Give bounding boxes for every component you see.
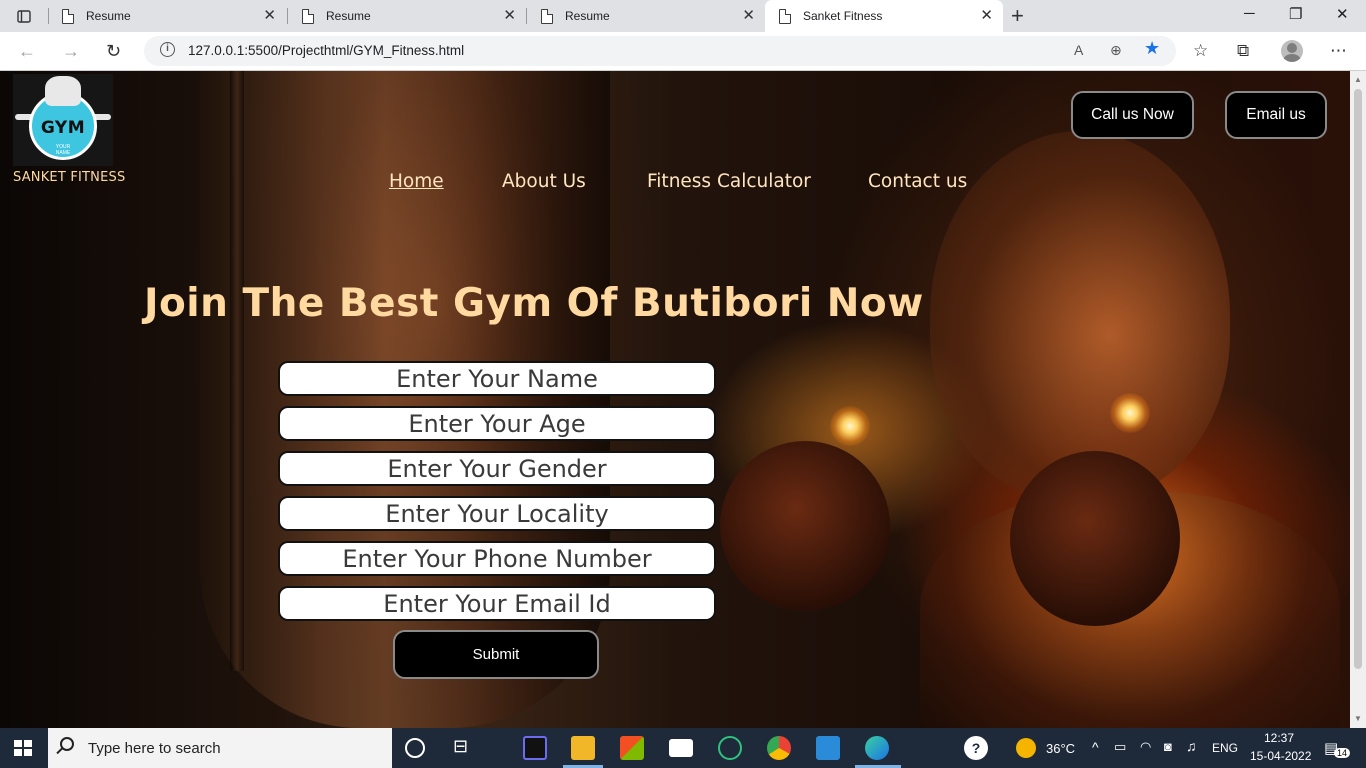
boxer-figure-background xyxy=(930,131,1230,501)
tab-actions-icon[interactable] xyxy=(10,6,38,26)
minimize-icon[interactable]: ─ xyxy=(1244,5,1255,22)
tray-chevron-icon[interactable]: ^ xyxy=(1092,739,1099,755)
page-viewport: GYM YOUR NAME SANKET FITNESS Call us Now… xyxy=(0,71,1350,728)
name-input[interactable] xyxy=(278,361,716,396)
nav-about-us[interactable]: About Us xyxy=(502,171,586,192)
battery-icon[interactable]: ▭ xyxy=(1114,739,1126,755)
logo-subtext: YOUR NAME xyxy=(55,144,71,156)
collections-icon[interactable]: ⧉ xyxy=(1237,41,1249,61)
task-view-icon[interactable]: ⊟ xyxy=(453,736,477,760)
tab-close-icon[interactable]: ✕ xyxy=(742,8,755,23)
tab-close-icon[interactable]: ✕ xyxy=(980,8,993,23)
age-input[interactable] xyxy=(278,406,716,441)
browser-toolbar: ← → ↻ i 127.0.0.1:5500/Projecthtml/GYM_F… xyxy=(0,32,1366,71)
nav-fitness-calculator[interactable]: Fitness Calculator xyxy=(647,171,811,192)
forward-icon[interactable]: → xyxy=(62,41,80,62)
weather-icon[interactable] xyxy=(1016,738,1036,758)
email-us-button[interactable]: Email us xyxy=(1225,91,1327,139)
weather-temp[interactable]: 36°C xyxy=(1046,741,1075,756)
taskbar-search[interactable]: Type here to search xyxy=(48,728,392,768)
search-placeholder: Type here to search xyxy=(88,740,221,757)
wifi-icon[interactable]: ◠ xyxy=(1140,739,1151,755)
site-info-icon[interactable]: i xyxy=(160,42,175,57)
clock-date[interactable]: 15-04-2022 xyxy=(1250,749,1311,763)
chrome-icon[interactable] xyxy=(767,736,791,760)
clock-time[interactable]: 12:37 xyxy=(1264,731,1294,745)
new-tab-icon[interactable]: + xyxy=(1011,3,1024,29)
url-text[interactable]: 127.0.0.1:5500/Projecthtml/GYM_Fitness.h… xyxy=(188,43,464,58)
gender-input[interactable] xyxy=(278,451,716,486)
page-icon xyxy=(302,8,314,24)
intellij-icon[interactable] xyxy=(523,736,547,760)
help-icon[interactable]: ? xyxy=(964,736,988,760)
windows-start-icon[interactable] xyxy=(14,740,32,756)
profile-avatar[interactable] xyxy=(1281,40,1303,62)
call-us-button[interactable]: Call us Now xyxy=(1071,91,1194,139)
boxing-glove-left xyxy=(720,441,890,611)
gym-logo[interactable]: GYM YOUR NAME xyxy=(13,74,113,166)
tab-title: Resume xyxy=(565,9,610,23)
zoom-icon[interactable]: ⊕ xyxy=(1110,42,1122,59)
hero-title: Join The Best Gym Of Butibori Now xyxy=(144,281,924,326)
page-icon xyxy=(62,8,74,24)
scroll-up-icon[interactable]: ▲ xyxy=(1354,75,1362,84)
address-bar[interactable]: i 127.0.0.1:5500/Projecthtml/GYM_Fitness… xyxy=(144,36,1176,66)
punching-bag-seam xyxy=(230,71,244,671)
utorrent-icon[interactable] xyxy=(718,736,742,760)
scroll-thumb[interactable] xyxy=(1354,89,1362,669)
locality-input[interactable] xyxy=(278,496,716,531)
browser-tab-strip: Resume ✕ Resume ✕ Resume ✕ Sanket Fitnes… xyxy=(0,0,1366,32)
edge-icon[interactable] xyxy=(865,736,889,760)
nav-contact-us[interactable]: Contact us xyxy=(868,171,967,192)
read-aloud-icon[interactable]: A xyxy=(1074,42,1083,58)
vscode-icon[interactable] xyxy=(816,736,840,760)
scroll-down-icon[interactable]: ▼ xyxy=(1354,714,1362,723)
meet-now-icon[interactable]: ◙ xyxy=(1164,739,1172,754)
back-icon[interactable]: ← xyxy=(18,41,36,62)
window-close-icon[interactable]: ✕ xyxy=(1336,5,1349,23)
submit-button[interactable]: Submit xyxy=(393,630,599,679)
favorite-star-icon[interactable]: ★ xyxy=(1144,38,1160,59)
logo-bodybuilder-icon xyxy=(45,76,81,106)
restore-icon[interactable]: ❐ xyxy=(1289,5,1302,23)
spark-glow xyxy=(1110,393,1150,433)
browser-tab-3[interactable]: Resume ✕ xyxy=(527,0,765,32)
microsoft-store-icon[interactable] xyxy=(620,736,644,760)
logo-text: GYM xyxy=(40,118,86,138)
cortana-icon[interactable] xyxy=(405,738,425,758)
browser-tab-4-active[interactable]: Sanket Fitness ✕ xyxy=(765,0,1003,32)
language-indicator[interactable]: ENG xyxy=(1212,741,1238,755)
tab-close-icon[interactable]: ✕ xyxy=(503,8,516,23)
more-options-icon[interactable]: ⋯ xyxy=(1330,41,1347,61)
page-icon xyxy=(779,8,791,24)
favorites-icon[interactable]: ☆ xyxy=(1193,41,1208,61)
refresh-icon[interactable]: ↻ xyxy=(106,41,121,62)
page-scrollbar[interactable]: ▲ ▼ xyxy=(1350,71,1366,728)
search-icon xyxy=(60,737,74,751)
phone-input[interactable] xyxy=(278,541,716,576)
mail-icon[interactable] xyxy=(669,739,693,757)
email-input[interactable] xyxy=(278,586,716,621)
notification-count: 14 xyxy=(1334,748,1351,758)
volume-icon[interactable]: ♫ xyxy=(1186,738,1197,754)
spark-glow xyxy=(830,406,870,446)
browser-tab-2[interactable]: Resume ✕ xyxy=(288,0,526,32)
file-explorer-icon[interactable] xyxy=(571,736,595,760)
brand-name: SANKET FITNESS xyxy=(13,170,126,185)
boxing-glove-right xyxy=(1010,451,1180,626)
tab-title: Resume xyxy=(86,9,131,23)
windows-taskbar: Type here to search ⊟ ? 36°C ^ ▭ ◠ ◙ ♫ E… xyxy=(0,728,1366,768)
tab-title: Sanket Fitness xyxy=(803,9,883,23)
tab-title: Resume xyxy=(326,9,371,23)
nav-home[interactable]: Home xyxy=(389,171,444,192)
tab-close-icon[interactable]: ✕ xyxy=(263,8,276,23)
browser-tab-1[interactable]: Resume ✕ xyxy=(48,0,286,32)
page-icon xyxy=(541,8,553,24)
